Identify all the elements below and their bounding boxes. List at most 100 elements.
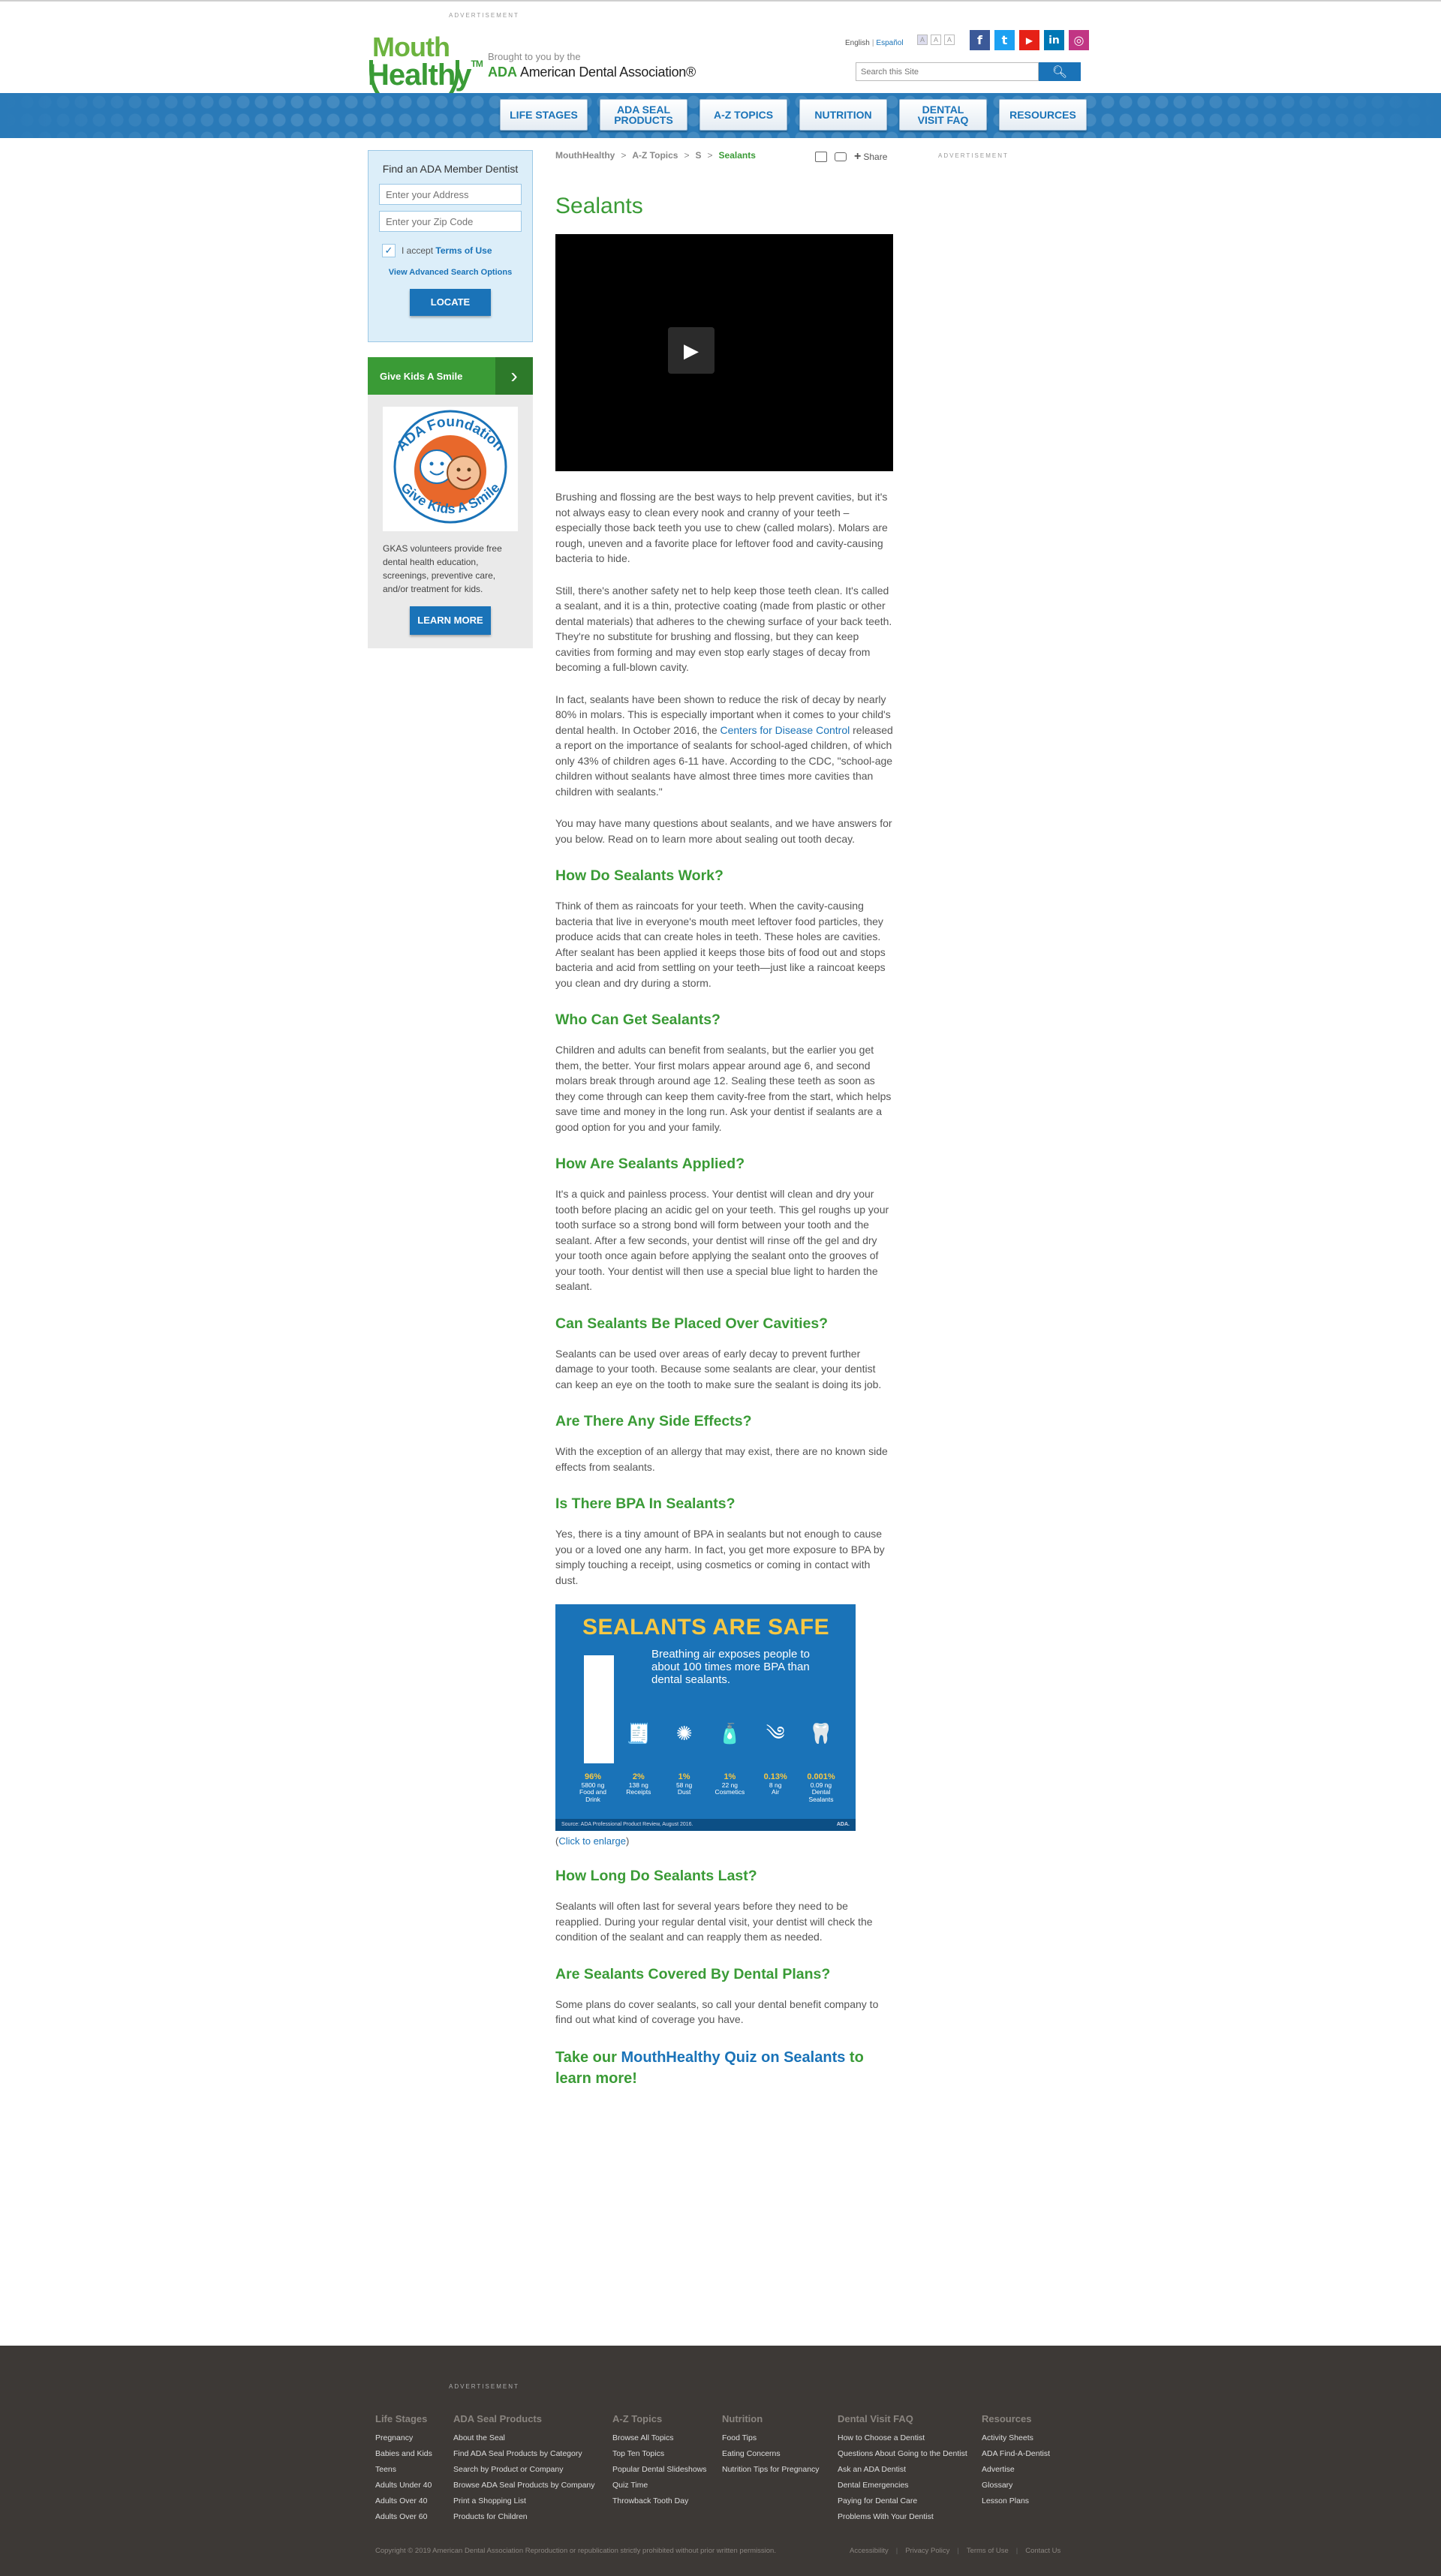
- footer-link[interactable]: Questions About Going to the Dentist: [838, 2449, 982, 2458]
- footer-advertisement-label: ADVERTISEMENT: [449, 2383, 519, 2390]
- privacy-policy-link[interactable]: Privacy Policy: [905, 2547, 949, 2555]
- footer-link[interactable]: Problems With Your Dentist: [838, 2512, 982, 2521]
- footer-link[interactable]: Activity Sheets: [982, 2433, 1072, 2442]
- font-size-medium-button[interactable]: A: [931, 35, 941, 45]
- footer-link[interactable]: Quiz Time: [612, 2481, 722, 2490]
- terms-link[interactable]: Terms of Use: [435, 245, 492, 256]
- locate-button[interactable]: LOCATE: [410, 289, 491, 316]
- footer-link[interactable]: Products for Children: [453, 2512, 612, 2521]
- nav-life-stages[interactable]: LIFE STAGES: [500, 99, 588, 131]
- infographic-item: 96% 5800 ng Food and Drink: [579, 1772, 606, 1803]
- footer-link[interactable]: Adults Over 60: [375, 2512, 453, 2521]
- zip-code-input[interactable]: [379, 211, 522, 232]
- breadcrumb-s[interactable]: S: [695, 150, 701, 161]
- footer-link[interactable]: Dental Emergencies: [838, 2481, 982, 2490]
- receipt-icon: 🧾: [626, 1723, 651, 1745]
- terms-checkbox[interactable]: ✓: [382, 244, 396, 257]
- twitter-icon[interactable]: t: [994, 30, 1015, 50]
- footer-link[interactable]: Browse All Topics: [612, 2433, 722, 2442]
- instagram-icon[interactable]: ◎: [1069, 30, 1089, 50]
- linkedin-icon[interactable]: in: [1044, 30, 1064, 50]
- footer-link[interactable]: Ask an ADA Dentist: [838, 2465, 982, 2474]
- section-heading: How Long Do Sealants Last?: [555, 1868, 757, 1884]
- infographic-heading: SEALANTS ARE SAFE: [582, 1615, 830, 1640]
- gkas-banner[interactable]: Give Kids A Smile ›: [368, 357, 533, 395]
- footer-column-title[interactable]: A-Z Topics: [612, 2413, 722, 2424]
- contact-us-link[interactable]: Contact Us: [1025, 2547, 1060, 2555]
- infographic-footer: Source: ADA Professional Product Review,…: [555, 1819, 856, 1831]
- infographic-subheading: Breathing air exposes people to about 10…: [651, 1648, 810, 1686]
- footer-link[interactable]: Nutrition Tips for Pregnancy: [722, 2465, 838, 2474]
- footer-link[interactable]: Eating Concerns: [722, 2449, 838, 2458]
- footer-link[interactable]: Browse ADA Seal Products by Company: [453, 2481, 612, 2490]
- footer-link[interactable]: Pregnancy: [375, 2433, 453, 2442]
- footer-link[interactable]: Paying for Dental Care: [838, 2496, 982, 2505]
- paragraph: You may have many questions about sealan…: [555, 817, 892, 845]
- cdc-link[interactable]: Centers for Disease Control: [720, 724, 850, 736]
- breadcrumb-home[interactable]: MouthHealthy: [555, 150, 615, 161]
- footer-column: A-Z Topics Browse All Topics Top Ten Topic…: [612, 2413, 722, 2528]
- paragraph: Yes, there is a tiny amount of BPA in se…: [555, 1528, 885, 1586]
- footer-column-title[interactable]: Nutrition: [722, 2413, 838, 2424]
- sealants-safe-infographic[interactable]: SEALANTS ARE SAFE Breathing air exposes …: [555, 1604, 856, 1831]
- footer-link[interactable]: Popular Dental Slideshows: [612, 2465, 722, 2474]
- gkas-description: GKAS volunteers provide free dental heal…: [383, 543, 502, 594]
- footer-link[interactable]: ADA Find-A-Dentist: [982, 2449, 1072, 2458]
- footer-link[interactable]: Search by Product or Company: [453, 2465, 612, 2474]
- nav-resources[interactable]: RESOURCES: [999, 99, 1087, 131]
- footer-column-title[interactable]: ADA Seal Products: [453, 2413, 612, 2424]
- lang-espanol-link[interactable]: Español: [876, 39, 903, 47]
- click-to-enlarge-link[interactable]: Click to enlarge: [558, 1835, 626, 1847]
- terms-of-use-link[interactable]: Terms of Use: [967, 2547, 1009, 2555]
- footer-link[interactable]: Advertise: [982, 2465, 1072, 2474]
- nav-dental-visit-faq[interactable]: DENTAL VISIT FAQ: [899, 99, 987, 131]
- footer-link[interactable]: Teens: [375, 2465, 453, 2474]
- advanced-search-link[interactable]: View Advanced Search Options: [379, 268, 522, 277]
- footer-link[interactable]: Adults Under 40: [375, 2481, 453, 2490]
- footer-link[interactable]: Throwback Tooth Day: [612, 2496, 722, 2505]
- address-input[interactable]: [379, 184, 522, 205]
- accessibility-link[interactable]: Accessibility: [850, 2547, 889, 2555]
- footer-link[interactable]: Top Ten Topics: [612, 2449, 722, 2458]
- learn-more-button[interactable]: LEARN MORE: [410, 606, 491, 635]
- footer-link[interactable]: Print a Shopping List: [453, 2496, 612, 2505]
- footer-link[interactable]: Lesson Plans: [982, 2496, 1072, 2505]
- page-title: Sealants: [555, 194, 643, 218]
- breadcrumb-a-z-topics[interactable]: A-Z Topics: [632, 150, 678, 161]
- footer-column: ADA Seal Products About the Seal Find ADA …: [453, 2413, 612, 2528]
- paragraph: Brushing and flossing are the best ways …: [555, 491, 888, 564]
- section-heading: Are There Any Side Effects?: [555, 1413, 752, 1429]
- nav-ada-seal-products[interactable]: ADA SEAL PRODUCTS: [600, 99, 687, 131]
- footer-column: Life Stages Pregnancy Babies and Kids Teens…: [375, 2413, 453, 2528]
- search-input[interactable]: [856, 62, 1039, 81]
- footer-link[interactable]: How to Choose a Dentist: [838, 2433, 982, 2442]
- video-player[interactable]: ▶: [555, 234, 893, 471]
- font-size-controls: A A A: [917, 35, 955, 45]
- search-button[interactable]: 🔍︎: [1039, 62, 1081, 81]
- quiz-link[interactable]: MouthHealthy Quiz on Sealants: [621, 2049, 845, 2066]
- footer-link[interactable]: Food Tips: [722, 2433, 838, 2442]
- ada-brand[interactable]: ADA American Dental Association®: [488, 65, 696, 80]
- footer-link[interactable]: Adults Over 40: [375, 2496, 453, 2505]
- footer-link[interactable]: About the Seal: [453, 2433, 612, 2442]
- footer-link[interactable]: Babies and Kids: [375, 2449, 453, 2458]
- footer-link[interactable]: Glossary: [982, 2481, 1072, 2490]
- section-heading: Is There BPA In Sealants?: [555, 1495, 736, 1512]
- footer-column-title[interactable]: Life Stages: [375, 2413, 453, 2424]
- font-size-small-button[interactable]: A: [917, 35, 928, 45]
- youtube-icon[interactable]: ▶: [1019, 30, 1039, 50]
- sidebar: Find an ADA Member Dentist ✓ I accept Te…: [368, 150, 533, 648]
- site-search: 🔍︎: [856, 62, 1081, 81]
- font-size-large-button[interactable]: A: [944, 35, 955, 45]
- footer-column-title[interactable]: Dental Visit FAQ: [838, 2413, 982, 2424]
- air-icon: ༄: [766, 1723, 785, 1745]
- copyright: Copyright © 2019 American Dental Associa…: [375, 2547, 776, 2555]
- nav-a-z-topics[interactable]: A-Z TOPICS: [699, 99, 787, 131]
- paragraph: Sealants will often last for several yea…: [555, 1900, 873, 1943]
- facebook-icon[interactable]: f: [970, 30, 990, 50]
- play-icon[interactable]: ▶: [668, 327, 714, 374]
- nav-nutrition[interactable]: NUTRITION: [799, 99, 887, 131]
- lang-english-link[interactable]: English: [845, 39, 870, 47]
- footer-link[interactable]: Find ADA Seal Products by Category: [453, 2449, 612, 2458]
- footer-column-title[interactable]: Resources: [982, 2413, 1072, 2424]
